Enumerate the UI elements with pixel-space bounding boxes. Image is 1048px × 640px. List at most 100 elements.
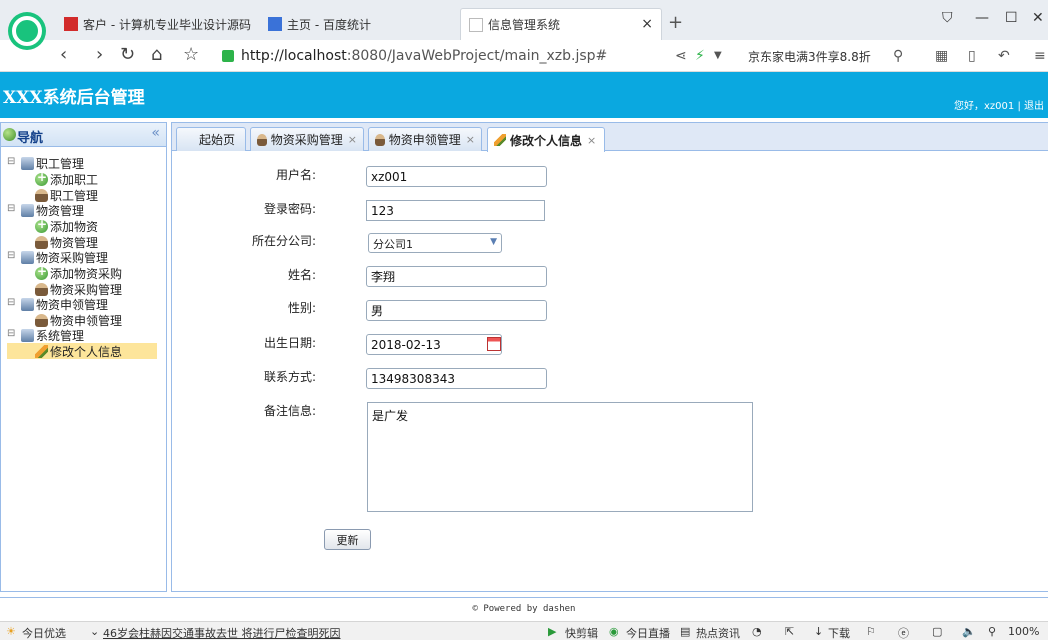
menu-icon[interactable]: ≡ bbox=[1034, 48, 1046, 64]
sun-icon: ☀ bbox=[6, 625, 16, 638]
shirt-icon[interactable]: ⛉ bbox=[942, 10, 953, 26]
minimize-icon[interactable]: — bbox=[975, 10, 989, 26]
tab-purchase-manage[interactable]: 物资采购管理 × bbox=[250, 127, 364, 151]
tree-node-label: 添加物资采购 bbox=[50, 266, 123, 281]
tab-home[interactable]: 起始页 bbox=[176, 127, 246, 151]
url-text: http://localhost:8080/JavaWebProject/mai… bbox=[241, 48, 607, 64]
update-button[interactable]: 更新 bbox=[324, 529, 371, 550]
lightning-icon[interactable]: ⚡ bbox=[695, 48, 705, 64]
phone-label: 联系方式: bbox=[263, 370, 316, 384]
tree-node-requisition[interactable]: 物资申领管理 bbox=[21, 296, 108, 312]
branch-select[interactable]: 分公司1 ▼ bbox=[368, 233, 502, 253]
tab-favicon-icon bbox=[469, 17, 483, 32]
maximize-icon[interactable]: ☐ bbox=[1005, 10, 1018, 26]
grid-icon[interactable]: ▦ bbox=[935, 48, 948, 64]
address-bar: ‹ › ↻ ⌂ ☆ http://localhost:8080/JavaWebP… bbox=[0, 40, 1048, 72]
calendar-icon[interactable] bbox=[487, 337, 501, 351]
cursor-icon[interactable]: ⇱ bbox=[785, 625, 794, 638]
promo-text[interactable]: 京东家电满3件享8.8折 bbox=[748, 48, 871, 65]
tree-expander-icon[interactable]: ⊟ bbox=[7, 250, 15, 261]
refresh-icon[interactable]: ↻ bbox=[120, 44, 135, 65]
speedometer-icon[interactable]: ◔ bbox=[752, 625, 762, 638]
gender-input[interactable] bbox=[366, 300, 547, 321]
globe-icon bbox=[3, 128, 16, 141]
folder-icon bbox=[21, 328, 34, 342]
folder-icon bbox=[21, 250, 34, 264]
tree-node-purchase[interactable]: 物资采购管理 bbox=[21, 249, 108, 265]
tree-node-add-staff[interactable]: 添加职工 bbox=[35, 170, 98, 187]
username-input[interactable] bbox=[366, 166, 547, 187]
window-icon[interactable]: ▢ bbox=[932, 625, 942, 638]
password-input[interactable] bbox=[366, 200, 545, 221]
undo-icon[interactable]: ↶ bbox=[998, 48, 1010, 64]
share-icon[interactable]: ⋖ bbox=[675, 48, 687, 64]
close-window-icon[interactable]: ✕ bbox=[1032, 10, 1044, 26]
status-featured[interactable]: 今日优选 bbox=[22, 625, 66, 640]
birth-date-input[interactable] bbox=[366, 334, 502, 355]
tab-requisition-manage[interactable]: 物资申领管理 × bbox=[368, 127, 482, 151]
search-icon[interactable]: ⚲ bbox=[893, 48, 903, 64]
phone-input[interactable] bbox=[366, 368, 547, 389]
gender-label: 性别: bbox=[287, 301, 316, 315]
close-icon[interactable]: × bbox=[587, 134, 596, 147]
star-icon[interactable]: ☆ bbox=[183, 44, 199, 65]
birth-date-label: 出生日期: bbox=[263, 336, 316, 350]
forward-icon[interactable]: › bbox=[96, 44, 103, 65]
add-icon bbox=[35, 264, 48, 280]
zoom-level[interactable]: 100% bbox=[1008, 625, 1039, 638]
tablet-icon[interactable]: ▯ bbox=[968, 48, 976, 64]
tab-favicon-icon bbox=[64, 17, 78, 31]
tab-label: 物资采购管理 bbox=[270, 133, 343, 147]
pencil-icon bbox=[35, 344, 48, 358]
chevron-down-icon[interactable]: ▼ bbox=[714, 50, 722, 61]
tree-expander-icon[interactable]: ⊟ bbox=[7, 203, 15, 214]
name-input[interactable] bbox=[366, 266, 547, 287]
browser-logo-icon bbox=[8, 12, 46, 50]
news-ticker[interactable]: 46岁会柱赫因交通事故去世 将进行尸检查明死因 bbox=[103, 625, 341, 640]
browser-tab-1[interactable]: 客户 - 计算机专业毕业设计源码 bbox=[56, 8, 256, 40]
url-field[interactable]: http://localhost:8080/JavaWebProject/mai… bbox=[222, 44, 662, 68]
user-greeting[interactable]: 您好，xz001 | 退出 bbox=[954, 97, 1044, 112]
tree-node-add-goods[interactable]: 添加物资 bbox=[35, 217, 98, 234]
back-icon[interactable]: ‹ bbox=[60, 44, 67, 65]
tree-expander-icon[interactable]: ⊟ bbox=[7, 297, 15, 308]
speaker-icon[interactable]: 🔈 bbox=[962, 625, 976, 638]
tree-expander-icon[interactable]: ⊟ bbox=[7, 328, 15, 339]
tree-node-add-purchase[interactable]: 添加物资采购 bbox=[35, 264, 123, 281]
tree-expander-icon[interactable]: ⊟ bbox=[7, 156, 15, 167]
content-panel: 起始页 物资采购管理 × 物资申领管理 × 修改个人信息 × bbox=[171, 122, 1048, 592]
chevron-down-icon[interactable]: ⌄ bbox=[90, 625, 99, 638]
tree-node-goods[interactable]: 物资管理 bbox=[21, 202, 84, 218]
browser-tab-3[interactable]: 信息管理系统 × bbox=[460, 8, 662, 40]
close-icon[interactable]: × bbox=[348, 133, 357, 146]
flag-icon[interactable]: ⚐ bbox=[866, 625, 876, 638]
ie-icon[interactable]: ⓔ bbox=[898, 625, 909, 640]
new-tab-button[interactable]: + bbox=[668, 12, 683, 33]
play-icon: ▶ bbox=[548, 625, 557, 638]
person-icon bbox=[35, 235, 48, 249]
status-hot-news[interactable]: 热点资讯 bbox=[696, 625, 740, 640]
tab-edit-profile[interactable]: 修改个人信息 × bbox=[487, 127, 605, 152]
tree-node-system[interactable]: 系统管理 bbox=[21, 327, 84, 343]
status-download[interactable]: 下载 bbox=[828, 625, 850, 640]
download-icon: ↓ bbox=[814, 625, 824, 638]
browser-tab-title: 客户 - 计算机专业毕业设计源码 bbox=[83, 17, 251, 32]
browser-tab-title: 信息管理系统 bbox=[488, 18, 561, 32]
close-tab-icon[interactable]: × bbox=[641, 16, 653, 32]
home-icon[interactable]: ⌂ bbox=[151, 44, 162, 65]
person-icon bbox=[375, 133, 385, 146]
collapse-icon[interactable]: « bbox=[151, 125, 160, 141]
sidebar: 导航 « ⊟ 职工管理 添加职工 职工管理 ⊟ 物资管理 添加物资 物资管理 ⊟… bbox=[0, 122, 167, 592]
close-icon[interactable]: × bbox=[466, 133, 475, 146]
content-tab-strip: 起始页 物资采购管理 × 物资申领管理 × 修改个人信息 × bbox=[172, 123, 1048, 152]
tree-node-staff[interactable]: 职工管理 bbox=[21, 155, 84, 171]
tab-label: 修改个人信息 bbox=[510, 133, 583, 148]
tab-favicon-icon bbox=[268, 17, 282, 31]
browser-tab-2[interactable]: 主页 - 百度统计 bbox=[260, 8, 455, 40]
tree-node-label: 系统管理 bbox=[36, 328, 85, 343]
status-clip[interactable]: 快剪辑 bbox=[565, 625, 598, 640]
tree-node-edit-profile[interactable]: 修改个人信息 bbox=[7, 343, 157, 359]
browser-status-bar: ☀ 今日优选 ⌄ 46岁会柱赫因交通事故去世 将进行尸检查明死因 ▶ 快剪辑 ◉… bbox=[0, 621, 1048, 640]
notes-textarea[interactable]: 是广发 bbox=[367, 402, 753, 512]
status-live[interactable]: 今日直播 bbox=[626, 625, 670, 640]
